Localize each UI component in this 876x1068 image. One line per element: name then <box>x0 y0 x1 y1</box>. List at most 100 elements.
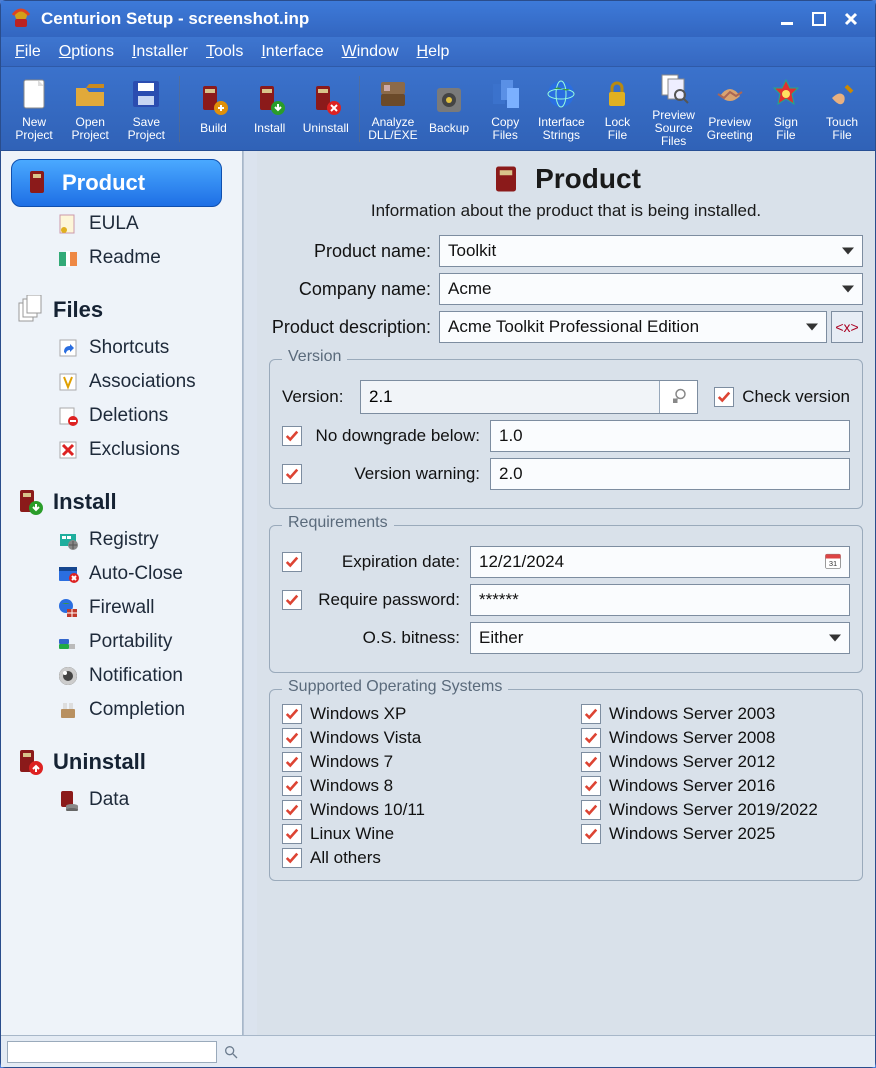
sidebar-item-eula[interactable]: EULA <box>1 207 242 241</box>
toolbar-save-button[interactable]: SaveProject <box>119 74 173 144</box>
sidebar-item-data[interactable]: Data <box>1 783 242 817</box>
data-icon <box>57 789 79 811</box>
firewall-icon <box>57 597 79 619</box>
menu-installer[interactable]: Installer <box>124 40 196 64</box>
os-checkbox[interactable] <box>282 776 302 796</box>
readme-icon <box>57 247 79 269</box>
supported-os-fieldset: Supported Operating Systems Windows XPWi… <box>269 689 863 881</box>
os-checkbox[interactable] <box>282 728 302 748</box>
client-area: ProductEULAReadme FilesShortcutsAssociati… <box>1 151 875 1035</box>
company-name-combo[interactable]: Acme <box>439 273 863 305</box>
version-warning-input[interactable]: 2.0 <box>490 458 850 490</box>
os-checkbox[interactable] <box>581 704 601 724</box>
eula-icon <box>57 213 79 235</box>
save-icon <box>128 76 164 112</box>
os-checkbox[interactable] <box>282 848 302 868</box>
sidebar-item-associations[interactable]: Associations <box>1 365 242 399</box>
sidebar-section-product[interactable]: Product <box>11 159 222 207</box>
menu-window[interactable]: Window <box>334 40 407 64</box>
expiration-checkbox[interactable] <box>282 552 302 572</box>
version-picker-button[interactable] <box>659 381 697 413</box>
toolbar-backup-button[interactable]: Backup <box>422 80 476 137</box>
check-version-checkbox[interactable] <box>714 387 734 407</box>
os-checkbox[interactable] <box>581 824 601 844</box>
os-checkbox[interactable] <box>282 752 302 772</box>
no-downgrade-checkbox[interactable] <box>282 426 302 446</box>
no-downgrade-input[interactable]: 1.0 <box>490 420 850 452</box>
sidebar-item-completion[interactable]: Completion <box>1 693 242 727</box>
menu-file[interactable]: File <box>7 40 49 64</box>
toolbar-greet-button[interactable]: PreviewGreeting <box>703 74 757 144</box>
toolbar-uninstall-button[interactable]: Uninstall <box>299 80 353 137</box>
password-label: Require password: <box>310 590 470 610</box>
search-input[interactable] <box>7 1041 217 1063</box>
password-input[interactable]: ****** <box>470 584 850 616</box>
os-windows-server-2019-2022: Windows Server 2019/2022 <box>581 800 850 820</box>
menu-options[interactable]: Options <box>51 40 122 64</box>
os-checkbox[interactable] <box>282 704 302 724</box>
os-checkbox[interactable] <box>581 776 601 796</box>
install-box-icon <box>15 487 45 517</box>
os-checkbox[interactable] <box>282 824 302 844</box>
product-desc-combo[interactable]: Acme Toolkit Professional Edition <box>439 311 827 343</box>
calendar-icon[interactable]: 31 <box>823 551 843 571</box>
os-windows-server-2003: Windows Server 2003 <box>581 704 850 724</box>
toolbar-lock-button[interactable]: LockFile <box>590 74 644 144</box>
toolbar-build-button[interactable]: Build <box>186 80 240 137</box>
chevron-down-icon <box>842 248 854 255</box>
exclude-icon <box>57 439 79 461</box>
sidebar-item-shortcuts[interactable]: Shortcuts <box>1 331 242 365</box>
toolbar: NewProjectOpenProjectSaveProjectBuildIns… <box>1 67 875 151</box>
sidebar-item-firewall[interactable]: Firewall <box>1 591 242 625</box>
sidebar-item-registry[interactable]: Registry <box>1 523 242 557</box>
sidebar-section-uninstall[interactable]: Uninstall <box>1 741 242 783</box>
menu-tools[interactable]: Tools <box>198 40 251 64</box>
toolbar-install-button[interactable]: Install <box>243 80 297 137</box>
version-input[interactable]: 2.1 <box>361 381 659 413</box>
desc-advanced-button[interactable]: <x> <box>831 311 863 343</box>
sidebar-item-exclusions[interactable]: Exclusions <box>1 433 242 467</box>
no-downgrade-label: No downgrade below: <box>310 426 490 446</box>
build-icon <box>195 82 231 118</box>
os-checkbox[interactable] <box>581 752 601 772</box>
version-legend: Version <box>282 348 347 366</box>
sidebar-item-readme[interactable]: Readme <box>1 241 242 275</box>
toolbar-separator <box>179 76 180 142</box>
toolbar-open-button[interactable]: OpenProject <box>63 74 117 144</box>
expiration-input[interactable]: 12/21/2024 31 <box>470 546 850 578</box>
sidebar-item-auto-close[interactable]: Auto-Close <box>1 557 242 591</box>
sidebar-scrollbar[interactable] <box>243 151 257 1035</box>
password-checkbox[interactable] <box>282 590 302 610</box>
os-checkbox[interactable] <box>282 800 302 820</box>
sidebar-section-files[interactable]: Files <box>1 289 242 331</box>
toolbar-copy-button[interactable]: CopyFiles <box>478 74 532 144</box>
sidebar-section-install[interactable]: Install <box>1 481 242 523</box>
version-warning-label: Version warning: <box>310 464 490 484</box>
search-icon[interactable] <box>223 1044 239 1060</box>
sidebar-item-deletions[interactable]: Deletions <box>1 399 242 433</box>
sidebar-item-portability[interactable]: Portability <box>1 625 242 659</box>
os-checkbox[interactable] <box>581 800 601 820</box>
toolbar-globe-button[interactable]: InterfaceStrings <box>534 74 588 144</box>
menu-interface[interactable]: Interface <box>253 40 331 64</box>
maximize-button[interactable] <box>803 7 835 31</box>
menu-help[interactable]: Help <box>409 40 458 64</box>
product-name-combo[interactable]: Toolkit <box>439 235 863 267</box>
toolbar-preview-button[interactable]: PreviewSource Files <box>647 67 701 150</box>
sidebar-item-notification[interactable]: Notification <box>1 659 242 693</box>
registry-icon <box>57 529 79 551</box>
toolbar-analyze-button[interactable]: AnalyzeDLL/EXE <box>366 74 420 144</box>
greet-icon <box>712 76 748 112</box>
close-button[interactable] <box>835 7 867 31</box>
uninstall-box-icon <box>15 747 45 777</box>
toolbar-touch-button[interactable]: TouchFile <box>815 74 869 144</box>
delete-icon <box>57 405 79 427</box>
product-name-label: Product name: <box>269 241 439 262</box>
toolbar-sign-button[interactable]: SignFile <box>759 74 813 144</box>
version-warning-checkbox[interactable] <box>282 464 302 484</box>
os-windows-server-2025: Windows Server 2025 <box>581 824 850 844</box>
os-bitness-combo[interactable]: Either <box>470 622 850 654</box>
toolbar-new-button[interactable]: NewProject <box>7 74 61 144</box>
os-checkbox[interactable] <box>581 728 601 748</box>
minimize-button[interactable] <box>771 7 803 31</box>
